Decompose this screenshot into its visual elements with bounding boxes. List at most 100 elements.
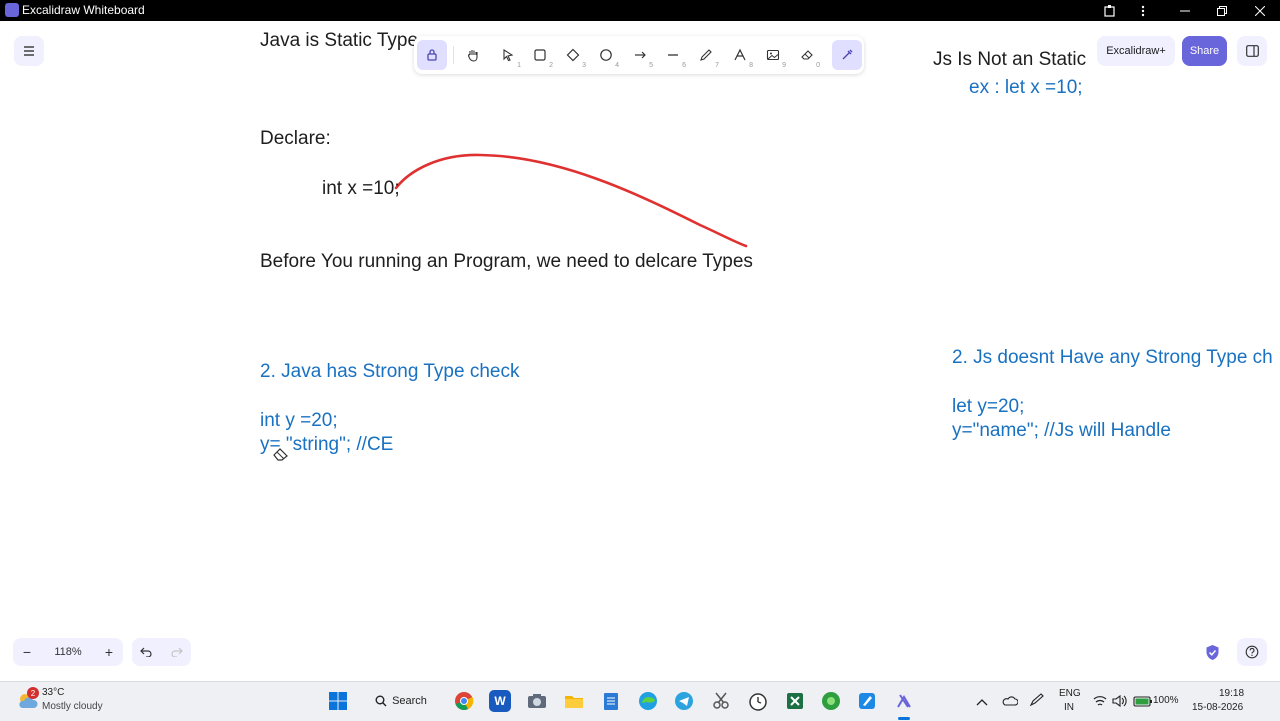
clock-date[interactable]: 15-08-2026 [1192,702,1243,713]
chevron-up-icon [976,699,988,706]
clock-time[interactable]: 19:18 [1219,688,1244,699]
tool-number: 0 [816,62,820,69]
tool-lock[interactable] [417,40,447,70]
toolbar-divider [453,46,454,64]
tool-arrow[interactable]: 5 [625,40,655,70]
pointer-icon [503,49,514,62]
text-declare[interactable]: Declare: [260,128,331,150]
wifi-icon[interactable] [1093,694,1107,712]
weather-icon[interactable]: 2 [16,687,40,711]
laser-pointer-icon [842,49,853,60]
excalidraw-plus-button[interactable]: Excalidraw+ [1097,36,1175,66]
line-icon [668,54,678,56]
arrow-icon [635,51,646,59]
excel-icon[interactable] [784,690,806,712]
windows-taskbar: 2 33°C Mostly cloudy Search W ENG IN 100… [0,681,1280,721]
telegram-icon[interactable] [673,690,695,712]
tool-eraser[interactable]: 0 [792,40,822,70]
text-int-x[interactable]: int x =10; [322,178,400,200]
tool-ellipse[interactable]: 4 [591,40,621,70]
shape-toolbar: 1 2 3 4 5 6 7 8 9 0 [414,36,864,74]
tool-number: 8 [749,62,753,69]
snipping-tool-icon[interactable] [710,690,732,712]
file-explorer-icon[interactable] [563,690,585,712]
redo-icon [171,647,183,657]
hamburger-icon [24,46,34,56]
pen-icon[interactable] [1029,693,1045,712]
help-icon [1245,645,1259,659]
clock-app-icon[interactable] [747,690,769,712]
text-js-not-static[interactable]: Js Is Not an Static [933,49,1086,71]
weather-condition: Mostly cloudy [42,701,103,712]
temperature: 33°C [42,687,65,698]
tool-image[interactable]: 9 [758,40,788,70]
language-top[interactable]: ENG [1059,688,1081,699]
tool-number: 3 [582,62,586,69]
diamond-icon [566,48,580,62]
zoom-out-button[interactable]: − [13,638,41,666]
lock-icon [427,49,437,61]
text-js-strong-type[interactable]: 2. Js doesnt Have any Strong Type ch [952,347,1280,369]
tool-text[interactable]: 8 [725,40,755,70]
sidebar-icon [1245,45,1259,57]
text-js-example[interactable]: ex : let x =10; [969,77,1083,99]
red-freehand-stroke [394,153,748,248]
windows-logo-icon [329,692,347,710]
tool-rectangle[interactable]: 2 [525,40,555,70]
zoom-level[interactable]: 118% [41,638,95,666]
sidebar-toggle-button[interactable] [1237,36,1267,66]
shield-icon[interactable] [1205,644,1220,661]
edge-icon[interactable] [637,690,659,712]
notepad-icon[interactable] [600,690,622,712]
share-button[interactable]: Share [1182,36,1227,66]
ellipse-icon [600,49,612,61]
browser-extension-icon[interactable] [820,690,842,712]
hand-icon [468,50,478,62]
camera-icon[interactable] [526,690,548,712]
battery-icon[interactable] [1133,694,1153,712]
tool-number: 5 [649,62,653,69]
tool-number: 4 [615,62,619,69]
paint-icon[interactable] [856,690,878,712]
undo-icon [140,647,152,657]
text-let-y[interactable]: let y=20; [952,396,1024,418]
start-button[interactable] [327,690,349,712]
tool-number: 9 [782,62,786,69]
text-before-running[interactable]: Before You running an Program, we need t… [260,251,753,273]
battery-level: 100% [1153,695,1179,706]
text-int-y[interactable]: int y =20; [260,410,338,432]
help-button[interactable] [1237,638,1267,666]
image-icon [766,49,780,61]
tool-number: 6 [682,62,686,69]
text-java-strong-type[interactable]: 2. Java has Strong Type check [260,361,519,383]
taskbar-search[interactable]: Search [366,689,436,713]
search-icon [375,695,387,707]
rectangle-icon [534,49,546,61]
tool-selection[interactable]: 1 [493,40,523,70]
excalidraw-taskbar-icon[interactable] [893,690,915,712]
undo-button[interactable] [132,638,161,666]
text-y-name[interactable]: y="name"; //Js will Handle [952,420,1171,442]
zoom-in-button[interactable]: + [95,638,123,666]
tool-line[interactable]: 6 [658,40,688,70]
show-hidden-icons[interactable] [976,694,988,712]
language-bottom[interactable]: IN [1064,702,1074,713]
tool-draw[interactable]: 7 [691,40,721,70]
volume-icon[interactable] [1112,694,1128,712]
tool-diamond[interactable]: 3 [558,40,588,70]
tool-number: 1 [517,62,521,69]
tool-laser[interactable] [832,40,862,70]
tool-number: 7 [715,62,719,69]
redo-button[interactable] [162,638,191,666]
text-java-static[interactable]: Java is Static Type [260,30,418,52]
weather-badge: 2 [27,687,39,699]
word-icon[interactable]: W [489,690,511,712]
text-icon [734,48,746,61]
undo-redo-controls [132,638,191,666]
onedrive-icon[interactable] [1002,694,1019,712]
eraser-cursor-icon [273,448,288,461]
main-menu-button[interactable] [14,36,44,66]
zoom-controls: − 118% + [13,638,123,666]
tool-hand[interactable] [458,40,488,70]
chrome-icon[interactable] [453,690,475,712]
